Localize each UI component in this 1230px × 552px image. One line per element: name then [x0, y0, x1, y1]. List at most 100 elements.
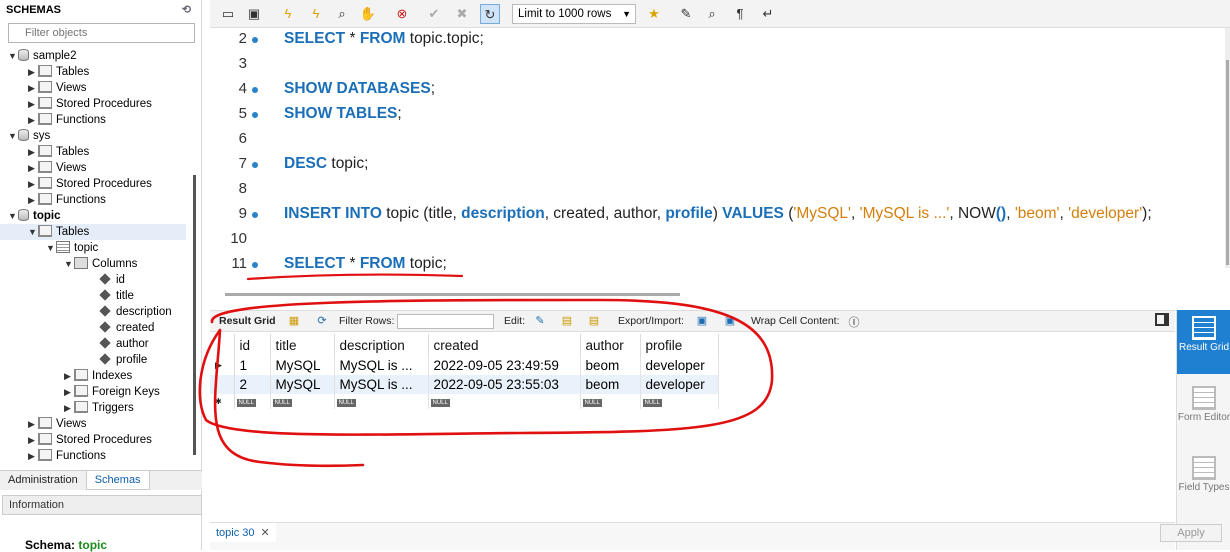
tree-item-stored-procedures[interactable]: ▶ Stored Procedures [28, 96, 152, 112]
filter-objects-input[interactable] [8, 23, 195, 43]
column-header-description[interactable]: description [334, 334, 429, 356]
tree-item-created[interactable]: created [98, 320, 154, 336]
cell-id[interactable]: 1 [234, 356, 271, 375]
code-line[interactable]: SHOW DATABASES; [284, 80, 435, 98]
code-line[interactable]: SHOW TABLES; [284, 105, 402, 123]
result-tab[interactable]: topic 30 ✕ [210, 523, 276, 542]
collapse-arrow-icon[interactable]: ▼ [46, 240, 56, 256]
star-icon[interactable]: ★ [644, 4, 664, 24]
tree-item-topic[interactable]: ▼ topic [46, 240, 98, 256]
tree-item-stored-procedures[interactable]: ▶ Stored Procedures [28, 176, 152, 192]
null-cell[interactable]: NULL [640, 394, 719, 409]
sql-editor[interactable]: 2 SELECT * FROM topic.topic; 3 4 SHOW DATABA… [210, 28, 1228, 288]
tree-item-stored-procedures[interactable]: ▶ Stored Procedures [28, 432, 152, 448]
expand-arrow-icon[interactable]: ▶ [28, 160, 38, 176]
panel-toggle-icon[interactable] [1155, 313, 1169, 326]
result-grid-button[interactable]: Result Grid [1177, 310, 1230, 374]
null-cell[interactable]: NULL [234, 394, 271, 409]
field-types-button[interactable]: Field Types [1177, 450, 1230, 514]
expand-arrow-icon[interactable]: ▶ [64, 368, 74, 384]
collapse-arrow-icon[interactable]: ▼ [64, 256, 74, 272]
cell-description[interactable]: MySQL is ... [334, 356, 429, 375]
expand-arrow-icon[interactable]: ▶ [64, 400, 74, 416]
stop-icon[interactable]: ✋ [358, 4, 378, 24]
expand-arrow-icon[interactable]: ▶ [28, 416, 38, 432]
tree-item-views[interactable]: ▶ Views [28, 416, 86, 432]
invisible-chars-icon[interactable]: ¶ [730, 4, 750, 24]
refresh-icon[interactable]: ⟲ [182, 3, 191, 16]
tree-scrollbar[interactable] [193, 175, 196, 455]
export-icon[interactable]: ▣ [694, 314, 710, 328]
tree-item-description[interactable]: description [98, 304, 172, 320]
tree-item-sample2[interactable]: ▼ sample2 [8, 48, 76, 64]
explain-icon[interactable]: ⌕ [332, 4, 352, 24]
tree-item-profile[interactable]: profile [98, 352, 147, 368]
cell-created[interactable]: 2022-09-05 23:49:59 [428, 356, 581, 375]
toggle-error-icon[interactable]: ⊗ [392, 4, 412, 24]
cell-profile[interactable]: developer [640, 356, 719, 375]
autocommit-icon[interactable]: ↻ [480, 4, 500, 24]
tree-item-author[interactable]: author [98, 336, 149, 352]
null-cell[interactable]: NULL [334, 394, 429, 409]
cell-author[interactable]: beom [580, 356, 641, 375]
find-icon[interactable]: ⌕ [702, 4, 722, 24]
table-row[interactable]: 2 MySQL MySQL is ... 2022-09-05 23:55:03 beo… [210, 375, 719, 394]
collapse-arrow-icon[interactable]: ▼ [28, 224, 38, 240]
tree-item-indexes[interactable]: ▶ Indexes [64, 368, 132, 384]
beautify-icon[interactable]: ✎ [676, 4, 696, 24]
wrap-cell-icon[interactable]: Ⓘ [846, 314, 862, 329]
wrap-icon[interactable]: ↵ [758, 4, 778, 24]
filter-rows-input[interactable] [397, 314, 494, 329]
tab-schemas[interactable]: Schemas [85, 471, 150, 490]
cell-title[interactable]: MySQL [270, 375, 335, 394]
expand-arrow-icon[interactable]: ▶ [28, 432, 38, 448]
cell-title[interactable]: MySQL [270, 356, 335, 375]
tree-item-topic[interactable]: ▼ topic [8, 208, 60, 224]
execute-current-icon[interactable]: ϟ [306, 4, 326, 24]
delete-row-icon[interactable]: ▤ [586, 314, 602, 328]
cell-author[interactable]: beom [580, 375, 641, 394]
tree-item-functions[interactable]: ▶ Functions [28, 448, 106, 464]
cell-created[interactable]: 2022-09-05 23:55:03 [428, 375, 581, 394]
tree-item-views[interactable]: ▶ Views [28, 160, 86, 176]
execute-icon[interactable]: ϟ [278, 4, 298, 24]
cell-description[interactable]: MySQL is ... [334, 375, 429, 394]
import-icon[interactable]: ▣ [722, 314, 738, 328]
tree-item-triggers[interactable]: ▶ Triggers [64, 400, 134, 416]
collapse-arrow-icon[interactable]: ▼ [8, 208, 18, 224]
column-header-created[interactable]: created [428, 334, 581, 356]
save-icon[interactable]: ▣ [244, 4, 264, 24]
form-editor-button[interactable]: Form Editor [1177, 380, 1230, 444]
editor-scrollbar-thumb[interactable] [1226, 60, 1229, 265]
tree-item-tables[interactable]: ▶ Tables [28, 64, 89, 80]
tree-item-columns[interactable]: ▼ Columns [64, 256, 137, 272]
expand-arrow-icon[interactable]: ▶ [28, 144, 38, 160]
column-header-author[interactable]: author [580, 334, 641, 356]
apply-button[interactable]: Apply [1160, 524, 1222, 542]
expand-arrow-icon[interactable]: ▶ [64, 384, 74, 400]
null-cell[interactable]: NULL [580, 394, 641, 409]
limit-rows-select[interactable]: Limit to 1000 rows ▼ [512, 4, 636, 24]
tab-administration[interactable]: Administration [0, 471, 86, 489]
tree-item-views[interactable]: ▶ Views [28, 80, 86, 96]
code-line[interactable]: DESC topic; [284, 155, 368, 173]
column-header-title[interactable]: title [270, 334, 335, 356]
editor-hscroll-thumb[interactable] [225, 293, 680, 296]
tree-item-tables[interactable]: ▼ Tables [0, 224, 186, 240]
column-header-id[interactable]: id [234, 334, 271, 356]
tree-item-id[interactable]: id [98, 272, 125, 288]
edit-row-icon[interactable]: ✎ [532, 314, 548, 328]
tree-item-functions[interactable]: ▶ Functions [28, 192, 106, 208]
collapse-arrow-icon[interactable]: ▼ [8, 128, 18, 144]
rollback-icon[interactable]: ✖ [452, 4, 472, 24]
new-row[interactable]: ✱ NULL NULL NULL NULL NULL NULL [210, 394, 719, 409]
commit-icon[interactable]: ✔ [424, 4, 444, 24]
collapse-arrow-icon[interactable]: ▼ [8, 48, 18, 64]
tree-item-title[interactable]: title [98, 288, 134, 304]
null-cell[interactable]: NULL [270, 394, 335, 409]
expand-arrow-icon[interactable]: ▶ [28, 96, 38, 112]
expand-arrow-icon[interactable]: ▶ [28, 448, 38, 464]
code-line[interactable]: SELECT * FROM topic.topic; [284, 30, 484, 48]
tree-item-tables[interactable]: ▶ Tables [28, 144, 89, 160]
cell-id[interactable]: 2 [234, 375, 271, 394]
